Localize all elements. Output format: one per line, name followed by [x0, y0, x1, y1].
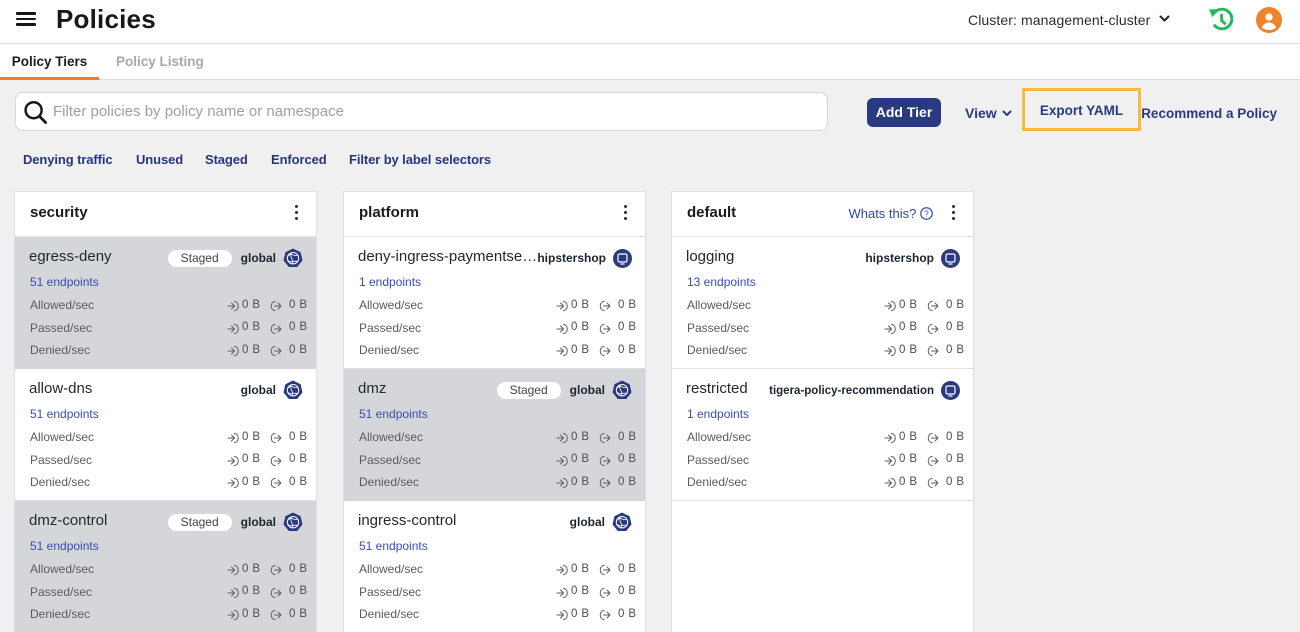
svg-text:?: ? [924, 208, 929, 218]
